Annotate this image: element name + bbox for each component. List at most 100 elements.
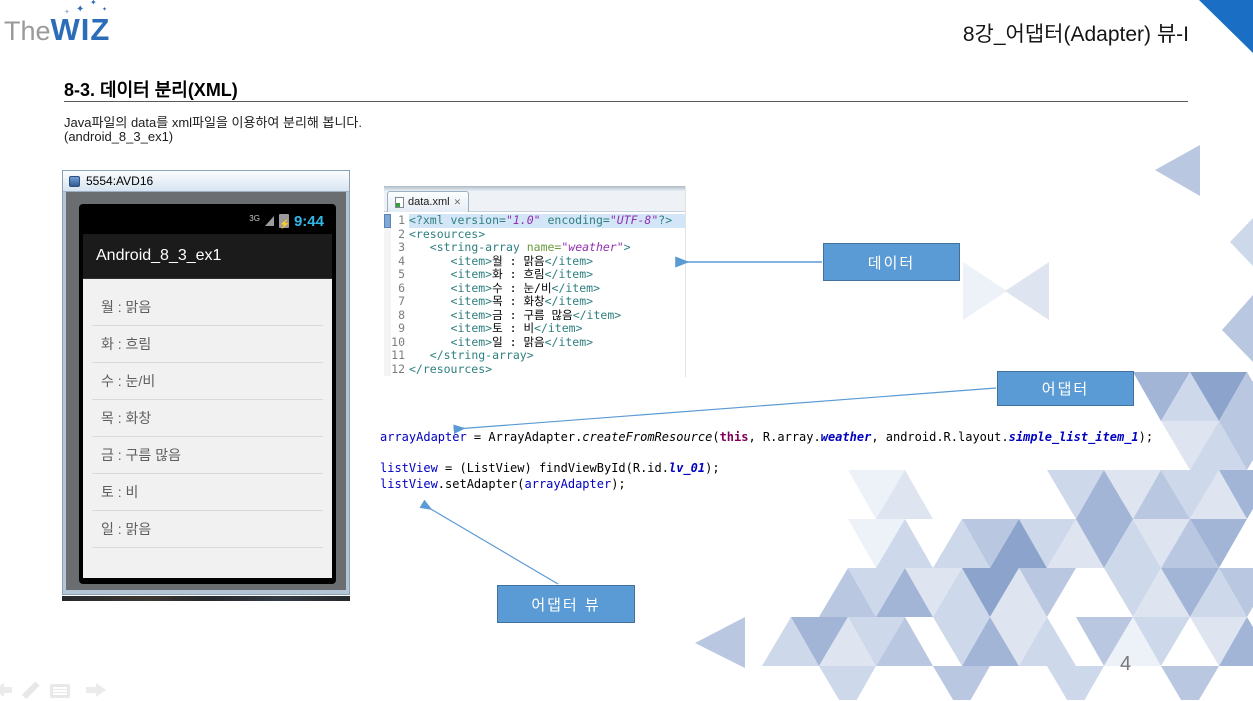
code-segment: "UTF-8" bbox=[609, 213, 659, 227]
code-text: <item>수 : 눈/비</item> bbox=[409, 280, 685, 296]
code-segment: <item> bbox=[450, 294, 493, 308]
annotation-margin bbox=[384, 268, 391, 282]
phone-screen: 3G ⚡ 9:44 Android_8_3_ex1 월 : 맑음 화 : 흐림 수 … bbox=[79, 204, 336, 584]
code-segment: "1.0" bbox=[505, 213, 541, 227]
code-text: <item>월 : 맑음</item> bbox=[409, 253, 685, 269]
tab-data-xml[interactable]: data.xml ✕ bbox=[387, 191, 470, 212]
callout-adapter-view: 어댑터 뷰 bbox=[497, 585, 635, 623]
code-segment: <item> bbox=[450, 253, 493, 268]
list-item[interactable]: 일 : 맑음 bbox=[92, 511, 323, 548]
annotation-margin bbox=[384, 241, 391, 255]
code-segment: listView bbox=[380, 461, 438, 475]
sparkle-icon: ✦ bbox=[90, 0, 97, 7]
code-segment: name= bbox=[526, 240, 562, 254]
callout-data: 데이터 bbox=[823, 243, 960, 281]
description-line-2: (android_8_3_ex1) bbox=[64, 129, 174, 144]
emulator-list: 월 : 맑음 화 : 흐림 수 : 눈/비 목 : 화창 금 : 구름 많음 토 : 비일… bbox=[83, 279, 332, 578]
code-segment: ); bbox=[705, 461, 720, 475]
line-number: 9 bbox=[398, 321, 405, 335]
code-segment: </resources> bbox=[409, 361, 493, 376]
editor-line: 5 <item>화 : 흐림</item> bbox=[384, 267, 685, 282]
line-number: 5 bbox=[398, 267, 405, 281]
editor-line: 7 <item>목 : 화창</item> bbox=[384, 294, 685, 309]
emulator-app-icon bbox=[69, 175, 80, 187]
sparkle-icon: ✦ bbox=[102, 7, 108, 13]
logo-text-wiz: WIZ bbox=[50, 12, 111, 47]
editor-line: 6 <item>수 : 눈/비</item> bbox=[384, 280, 685, 296]
code-segment: createFromResource bbox=[582, 430, 713, 444]
app-title: Android_8_3_ex1 bbox=[96, 247, 222, 264]
java-code: arrayAdapter = ArrayAdapter.createFromRe… bbox=[380, 430, 1153, 492]
editor-code-lines[interactable]: 1 <?xml version="1.0" encoding="UTF-8"?> 2… bbox=[384, 212, 685, 377]
editor-line: 9 <item>토 : 비</item> bbox=[384, 321, 685, 336]
annotation-margin bbox=[384, 308, 391, 322]
annotation-margin bbox=[384, 295, 391, 309]
sparkle-icon: ✦ bbox=[64, 9, 70, 16]
code-text: <item>토 : 비</item> bbox=[409, 321, 685, 336]
code-segment: = (ListView) findViewById(R.id. bbox=[437, 461, 669, 475]
emulator-titlebar[interactable]: 5554:AVD16 bbox=[63, 171, 349, 192]
list-item[interactable]: 화 : 흐림 bbox=[92, 326, 323, 363]
sparkle-icon: ✦ bbox=[76, 4, 85, 15]
line-number: 10 bbox=[391, 334, 405, 349]
java-line: listView.setAdapter(arrayAdapter); bbox=[380, 477, 1153, 493]
thewiz-logo: ✦ ✦ ✦ ✦ TheWIZ bbox=[4, 0, 111, 48]
list-item[interactable]: 수 : 눈/비 bbox=[92, 363, 323, 400]
xml-file-icon bbox=[395, 196, 404, 208]
presenter-controls[interactable] bbox=[0, 681, 122, 701]
corner-triangle-icon bbox=[1199, 0, 1253, 53]
code-segment: </item> bbox=[544, 253, 594, 268]
callout-adapter: 어댑터 bbox=[997, 371, 1134, 406]
editor-line: 4 <item>월 : 맑음</item> bbox=[384, 253, 685, 269]
code-text: <?xml version="1.0" encoding="UTF-8"?> bbox=[409, 213, 685, 228]
editor-line: 12 </resources> bbox=[384, 361, 685, 377]
code-text: </resources> bbox=[409, 361, 685, 377]
line-number: 8 bbox=[398, 307, 405, 322]
lecture-title: 8강_어댑터(Adapter) 뷰-I bbox=[962, 23, 1189, 46]
code-text: <item>목 : 화창</item> bbox=[409, 294, 685, 309]
code-segment: 일 : 맑음 bbox=[492, 334, 545, 349]
code-segment: </item> bbox=[544, 267, 594, 281]
next-slide-icon[interactable] bbox=[86, 683, 106, 697]
annotation-margin bbox=[384, 322, 391, 336]
annotation-margin bbox=[384, 227, 391, 241]
status-clock: 9:44 bbox=[293, 212, 324, 230]
code-text: <resources> bbox=[409, 227, 685, 242]
code-segment: weather bbox=[820, 430, 872, 444]
code-segment: encoding= bbox=[540, 213, 610, 227]
app-title-bar: Android_8_3_ex1 bbox=[83, 234, 332, 279]
code-segment: 금 : 구름 많음 bbox=[492, 307, 573, 322]
code-segment: <item> bbox=[450, 307, 493, 322]
code-segment: 토 : 비 bbox=[492, 321, 535, 335]
code-text: <item>일 : 맑음</item> bbox=[409, 334, 685, 350]
page-number: 4 bbox=[1120, 653, 1132, 675]
list-item[interactable]: 토 : 비 bbox=[92, 474, 323, 511]
editor-line: 10 <item>일 : 맑음</item> bbox=[384, 334, 685, 350]
code-text: </string-array> bbox=[409, 348, 685, 363]
line-number: 12 bbox=[391, 361, 405, 376]
editor-line: 8 <item>금 : 구름 많음</item> bbox=[384, 307, 685, 322]
code-segment: listView bbox=[380, 476, 438, 491]
code-segment: "weather" bbox=[561, 240, 624, 254]
code-segment: lv_01 bbox=[668, 461, 706, 475]
tab-close-icon[interactable]: ✕ bbox=[454, 197, 462, 208]
code-segment: </item> bbox=[551, 280, 600, 295]
slide-menu-icon[interactable] bbox=[50, 684, 70, 698]
prev-slide-icon[interactable] bbox=[0, 683, 12, 697]
code-segment: </item> bbox=[544, 294, 594, 308]
code-segment: ); bbox=[611, 476, 626, 491]
pen-icon[interactable] bbox=[21, 681, 40, 700]
code-segment: ( bbox=[712, 430, 720, 444]
list-item[interactable]: 금 : 구름 많음 bbox=[92, 437, 323, 474]
code-text: <item>화 : 흐림</item> bbox=[409, 267, 685, 282]
list-item[interactable]: 월 : 맑음 bbox=[92, 289, 323, 326]
editor-line: 1 <?xml version="1.0" encoding="UTF-8"?> bbox=[384, 213, 685, 228]
list-item[interactable]: 목 : 화창 bbox=[92, 400, 323, 437]
xml-editor: data.xml ✕ 1 <?xml version="1.0" encoding… bbox=[384, 186, 686, 377]
annotation-margin bbox=[384, 349, 391, 363]
